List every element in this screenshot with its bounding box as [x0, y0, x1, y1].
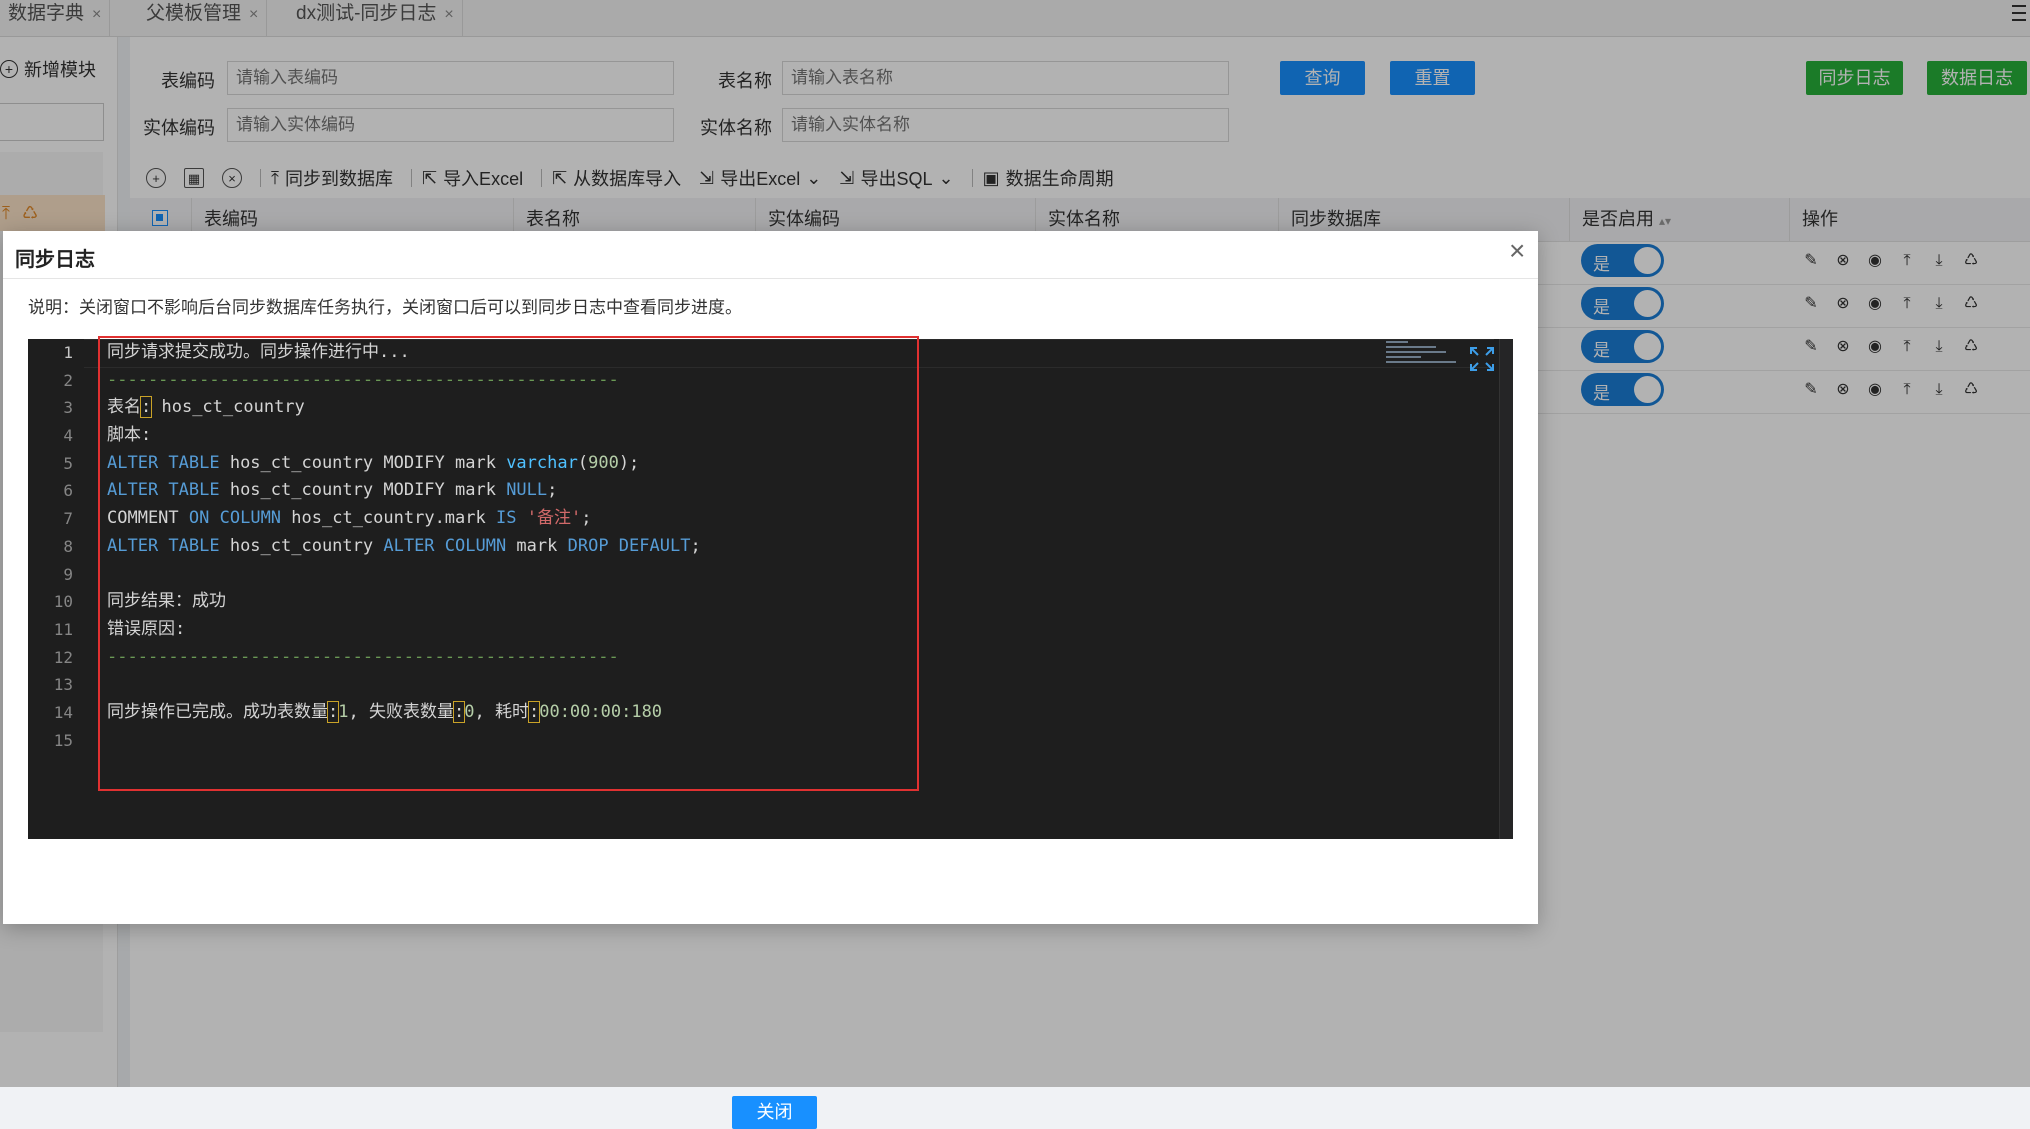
modal-note: 说明：关闭窗口不影响后台同步数据库任务执行，关闭窗口后可以到同步日志中查看同步进… [28, 298, 742, 317]
line-number-gutter: 1 2 3 4 5 6 7 8 9 10 11 12 13 14 15 [28, 339, 83, 839]
line-number: 3 [63, 398, 73, 418]
close-icon[interactable]: × [1509, 237, 1525, 265]
line-number: 4 [63, 426, 73, 446]
editor-scrollbar[interactable] [1499, 339, 1513, 839]
line-number: 7 [63, 509, 73, 529]
fullscreen-icon[interactable] [1468, 345, 1496, 373]
line-number: 12 [53, 647, 73, 667]
modal-title: 同步日志 [15, 249, 95, 271]
line-number: 13 [53, 675, 73, 695]
line-number: 9 [63, 564, 73, 584]
close-button[interactable]: 关闭 [732, 1096, 817, 1129]
editor-minimap[interactable] [1386, 341, 1466, 381]
line-number: 11 [53, 619, 73, 639]
line-number: 1 [63, 343, 73, 362]
highlight-box [98, 336, 919, 791]
line-number: 15 [53, 730, 73, 750]
line-number: 5 [63, 453, 73, 473]
line-number: 14 [53, 702, 73, 722]
line-number: 10 [53, 592, 73, 612]
divider [3, 278, 1538, 279]
line-number: 2 [63, 370, 73, 390]
line-number: 6 [63, 481, 73, 501]
line-number: 8 [63, 536, 73, 556]
